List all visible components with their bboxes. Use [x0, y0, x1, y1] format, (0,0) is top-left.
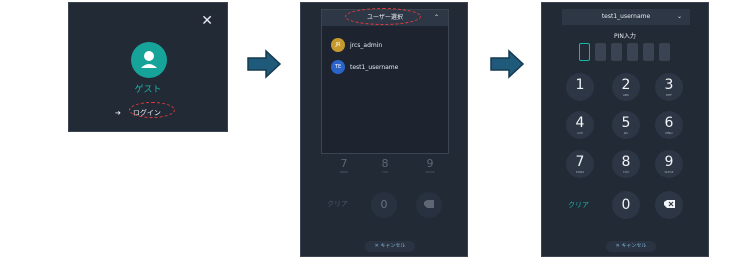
pin-digit-box[interactable] [627, 43, 638, 61]
clear-button[interactable]: クリア [327, 199, 348, 209]
guest-label: ゲスト [134, 85, 162, 95]
keypad-key[interactable]: 3 DEF [655, 73, 683, 101]
keypad-key[interactable]: 5 JKL [612, 111, 640, 139]
keypad-key[interactable]: 6 MNO [655, 111, 683, 139]
login-icon: ➔ [115, 109, 121, 117]
user-list: JR jrcs_admin TE test1_username [322, 34, 448, 78]
arrow-right-icon [247, 49, 282, 79]
user-name: test1_username [350, 63, 399, 71]
pin-label: PIN入力 [614, 33, 636, 40]
keypad-key[interactable]: 1 [566, 73, 594, 101]
clear-button[interactable]: クリア [568, 200, 589, 210]
highlight-oval [345, 8, 421, 25]
user-dropdown[interactable]: ユーザー選択 ⌃ JR jrcs_admin TE test1_username [321, 9, 449, 154]
zero-key[interactable]: 0 [371, 192, 397, 218]
keypad-key[interactable]: 4 GHI [566, 111, 594, 139]
keypad-key[interactable]: 7 PQRS [331, 157, 357, 174]
user-list-item[interactable]: TE test1_username [322, 56, 448, 78]
pin-digit-box[interactable] [595, 43, 606, 61]
backspace-icon[interactable] [655, 191, 683, 219]
pin-digit-box[interactable] [611, 43, 622, 61]
selected-user: test1_username [601, 13, 651, 20]
keypad-key[interactable]: 9 WXYZ [655, 150, 683, 178]
pin-digit-box[interactable] [579, 43, 590, 61]
pin-digit-box[interactable] [643, 43, 654, 61]
user-name: jrcs_admin [350, 41, 383, 49]
cancel-button[interactable]: ✕ キャンセル [365, 241, 415, 252]
close-icon[interactable]: ✕ [201, 13, 213, 29]
keypad-key[interactable]: 2 ABC [612, 73, 640, 101]
highlight-oval [129, 102, 175, 118]
avatar: JR [331, 38, 345, 52]
pin-digit-box[interactable] [659, 43, 670, 61]
chevron-down-icon: ⌄ [676, 13, 682, 20]
user-select[interactable]: test1_username ⌄ [562, 9, 690, 25]
user-icon [131, 42, 167, 78]
keypad-key[interactable]: 8 TUV [612, 150, 640, 178]
pin-input-panel: test1_username ⌄ PIN入力 ✕ キャンセル 1 2 ABC 3 DEF… [541, 2, 709, 257]
cancel-button[interactable]: ✕ キャンセル [606, 241, 656, 252]
backspace-icon[interactable] [416, 192, 442, 218]
guest-login-panel: ✕ ゲスト ➔ ログイン [68, 2, 228, 132]
user-list-item[interactable]: JR jrcs_admin [322, 34, 448, 56]
user-select-panel: ユーザー選択 ⌃ JR jrcs_admin TE test1_username ✕ … [300, 2, 468, 257]
arrow-right-icon [490, 49, 525, 79]
chevron-up-icon: ⌃ [433, 14, 439, 21]
keypad-key[interactable]: 8 TUV [372, 157, 398, 174]
keypad-key[interactable]: 7 PQRS [566, 150, 594, 178]
keypad-key[interactable]: 9 WXYZ [417, 157, 443, 174]
zero-key[interactable]: 0 [612, 191, 640, 219]
avatar: TE [331, 60, 345, 74]
